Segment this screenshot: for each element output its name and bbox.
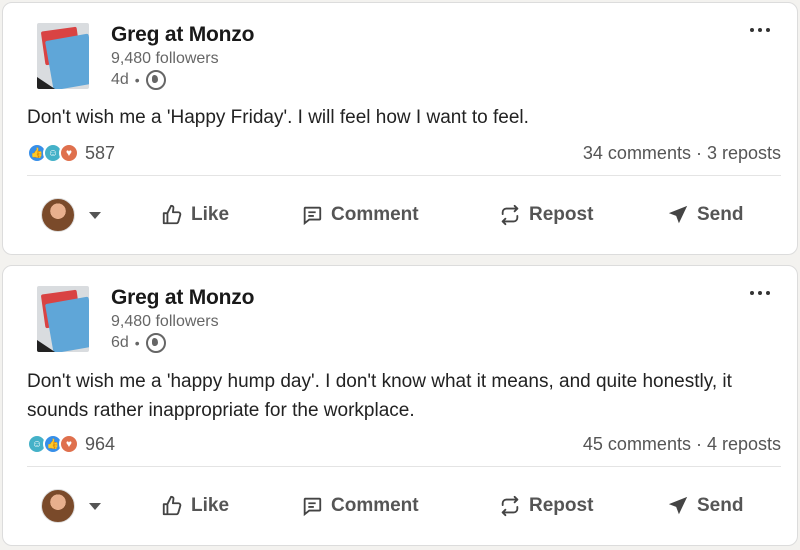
comment-button[interactable]: Comment (301, 495, 419, 517)
send-label: Send (697, 495, 744, 516)
globe-icon (145, 70, 166, 90)
post-text: Don't wish me a 'happy hump day'. I don'… (27, 371, 732, 421)
send-button[interactable]: Send (667, 204, 743, 226)
like-label: Like (191, 495, 230, 516)
comment-icon (303, 206, 322, 226)
action-bar: Like Comment Repost Send (27, 484, 781, 528)
repost-icon (501, 204, 519, 226)
separator-dot: • (134, 72, 140, 88)
repost-button[interactable]: Repost (499, 204, 593, 226)
comments-reposts-count[interactable]: 34 comments · 3 reposts (583, 143, 781, 164)
post-meta: 4d • (111, 70, 166, 90)
actor-switcher[interactable] (27, 489, 137, 523)
send-icon (668, 205, 688, 224)
repost-button[interactable]: Repost (499, 495, 593, 517)
caret-down-icon (89, 502, 101, 510)
like-button[interactable]: Like (161, 204, 229, 226)
reactions-summary[interactable]: 👍 ☺ ♥ 587 (27, 143, 115, 164)
author-avatar[interactable] (37, 286, 89, 352)
comment-label: Comment (331, 204, 419, 225)
post-meta: 6d • (111, 333, 166, 353)
post-text: Don't wish me a 'Happy Friday'. I will f… (27, 107, 529, 128)
caret-down-icon (89, 211, 101, 219)
comments-reposts-count[interactable]: 45 comments · 4 reposts (583, 434, 781, 455)
post-age: 6d (111, 334, 129, 351)
reaction-count[interactable]: 587 (85, 143, 115, 164)
send-icon (668, 496, 688, 515)
divider (27, 175, 781, 176)
send-label: Send (697, 204, 744, 225)
repost-label: Repost (529, 495, 594, 516)
divider (27, 466, 781, 467)
thumbs-up-icon (162, 204, 182, 225)
follower-count: 9,480 followers (111, 313, 219, 330)
like-label: Like (191, 204, 230, 225)
repost-icon (501, 495, 519, 517)
reactions-summary[interactable]: ☺ 👍 ♥ 964 (27, 434, 115, 455)
reaction-count[interactable]: 964 (85, 434, 115, 455)
thumbs-up-icon (162, 495, 182, 516)
author-avatar[interactable] (37, 23, 89, 89)
follower-count: 9,480 followers (111, 50, 219, 67)
love-reaction-icon: ♥ (59, 434, 79, 454)
social-counts: ☺ 👍 ♥ 964 45 comments · 4 reposts (27, 431, 781, 457)
separator-dot: • (134, 335, 140, 351)
comment-icon (303, 497, 322, 517)
like-button[interactable]: Like (161, 495, 229, 517)
actor-switcher[interactable] (27, 198, 137, 232)
send-button[interactable]: Send (667, 495, 743, 517)
post-age: 4d (111, 71, 129, 88)
repost-label: Repost (529, 204, 594, 225)
avatar (41, 198, 75, 232)
social-counts: 👍 ☺ ♥ 587 34 comments · 3 reposts (27, 140, 781, 166)
author-name[interactable]: Greg at Monzo (111, 286, 254, 310)
love-reaction-icon: ♥ (59, 143, 79, 163)
feed-post: Greg at Monzo 9,480 followers 6d • Don't… (2, 265, 798, 546)
globe-icon (145, 333, 166, 353)
more-options-icon[interactable] (747, 19, 773, 39)
action-bar: Like Comment Repost Send (27, 193, 781, 237)
more-options-icon[interactable] (747, 282, 773, 302)
comment-label: Comment (331, 495, 419, 516)
avatar (41, 489, 75, 523)
author-name[interactable]: Greg at Monzo (111, 23, 254, 47)
feed-post: Greg at Monzo 9,480 followers 4d • Don't… (2, 2, 798, 255)
comment-button[interactable]: Comment (301, 204, 419, 226)
